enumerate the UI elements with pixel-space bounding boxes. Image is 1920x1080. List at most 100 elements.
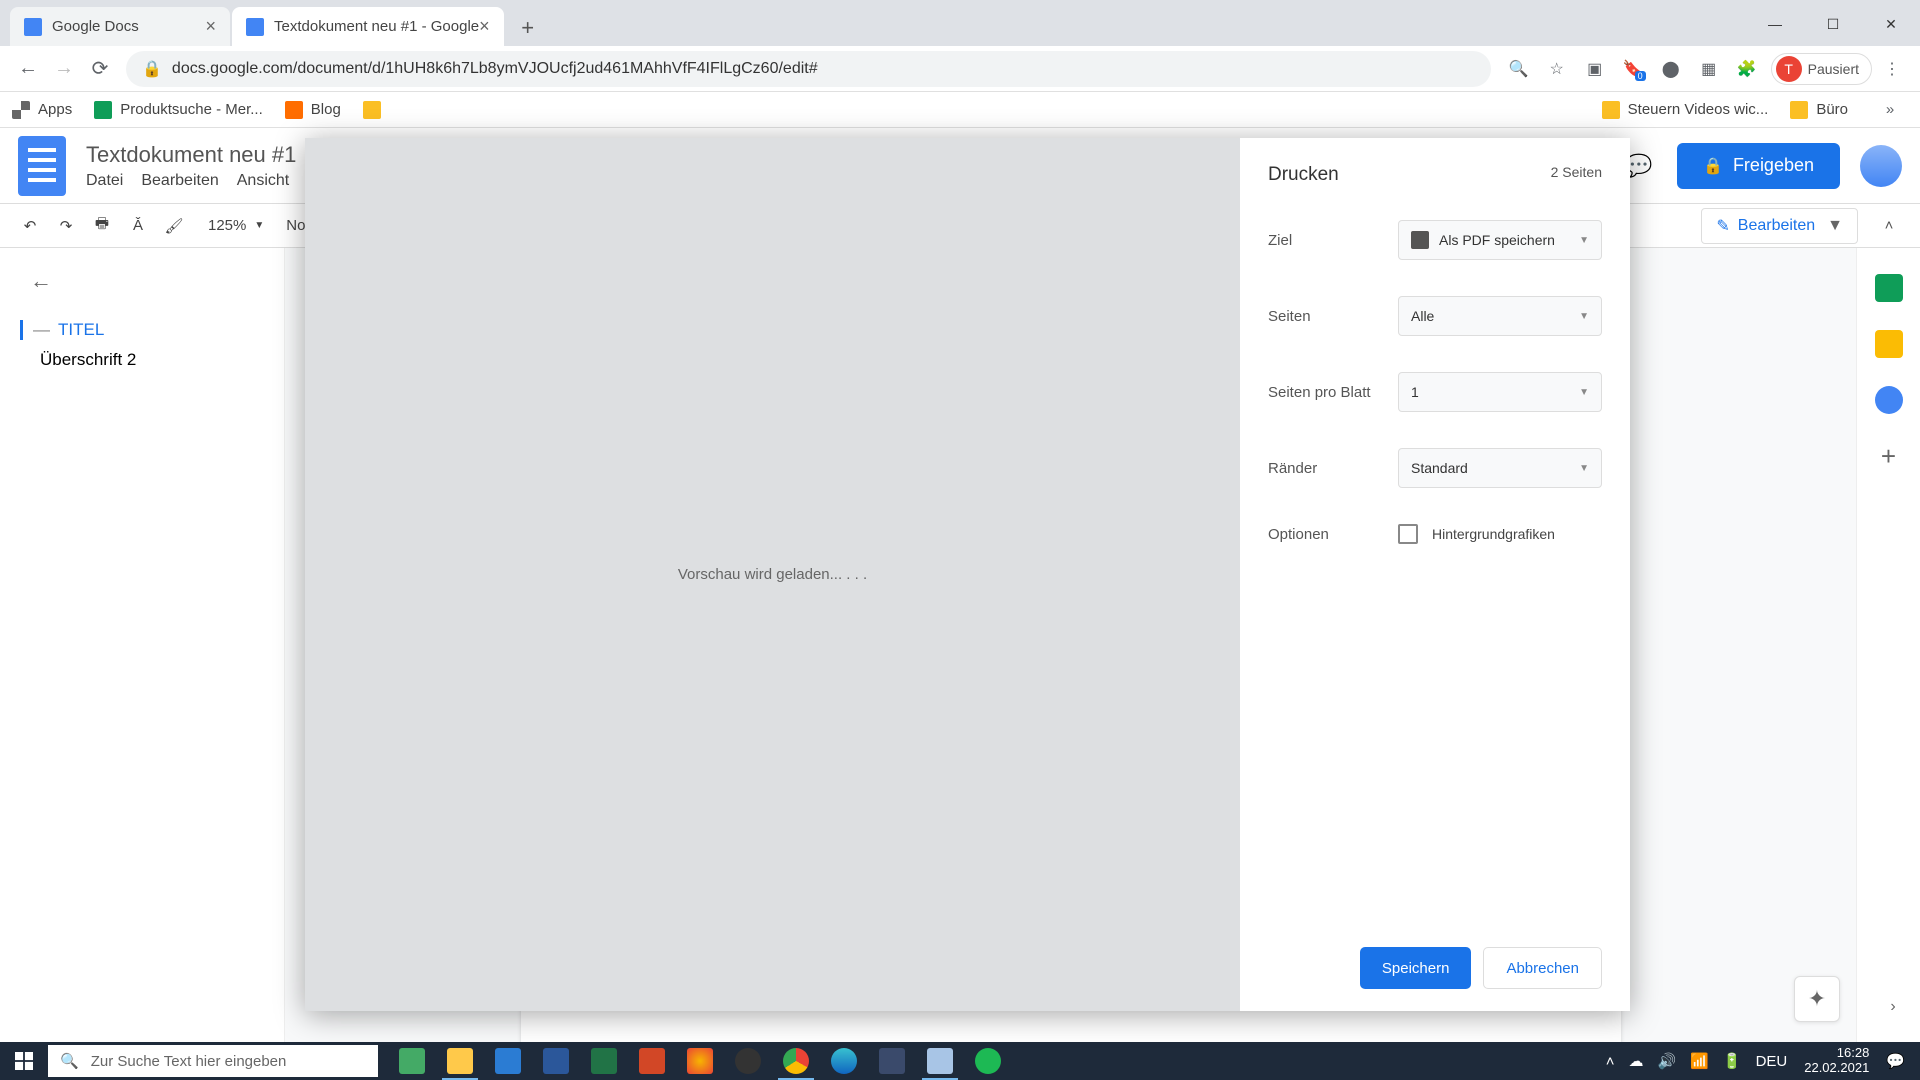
browser-tab[interactable]: Google Docs ×: [10, 7, 230, 46]
edit-mode-button[interactable]: ✎ Bearbeiten ▼: [1701, 208, 1858, 244]
tray-onedrive-icon[interactable]: ☁: [1629, 1052, 1644, 1070]
profile-paused[interactable]: T Pausiert: [1771, 53, 1872, 85]
tray-battery-icon[interactable]: 🔋: [1723, 1052, 1742, 1070]
tab-label: Textdokument neu #1 - Google: [274, 18, 479, 35]
reload-button[interactable]: ⟳: [82, 51, 118, 87]
add-addon-icon[interactable]: +: [1875, 442, 1903, 470]
undo-icon[interactable]: ↶: [14, 210, 46, 242]
pages-select[interactable]: Alle: [1398, 296, 1602, 336]
adblock-icon[interactable]: ⬤: [1653, 51, 1689, 87]
destination-select[interactable]: Als PDF speichern: [1398, 220, 1602, 260]
taskbar-search[interactable]: 🔍 Zur Suche Text hier eingeben: [48, 1045, 378, 1077]
per-sheet-label: Seiten pro Blatt: [1268, 384, 1398, 401]
redo-icon[interactable]: ↷: [50, 210, 82, 242]
window-minimize[interactable]: —: [1746, 2, 1804, 46]
tray-language[interactable]: DEU: [1756, 1053, 1788, 1070]
taskbar-powerpoint[interactable]: [628, 1042, 676, 1080]
destination-label: Ziel: [1268, 232, 1398, 249]
paint-format-icon[interactable]: 🖌: [158, 210, 190, 242]
docs-logo-icon[interactable]: [18, 136, 66, 196]
browser-tab-active[interactable]: Textdokument neu #1 - Google ×: [232, 7, 504, 46]
address-bar: ← → ⟳ 🔒 docs.google.com/document/d/1hUH8…: [0, 46, 1920, 92]
side-panel: +: [1856, 248, 1920, 1042]
tray-wifi-icon[interactable]: 📶: [1690, 1052, 1709, 1070]
bookmarks-overflow-icon[interactable]: »: [1872, 92, 1908, 128]
outline-back-icon[interactable]: ←: [30, 268, 284, 294]
bookmark-item[interactable]: Produktsuche - Mer...: [94, 101, 263, 119]
print-settings-panel: Drucken 2 Seiten Ziel Als PDF speichern …: [1240, 138, 1630, 1011]
bookmark-folder[interactable]: Steuern Videos wic...: [1602, 101, 1769, 119]
back-button[interactable]: ←: [10, 51, 46, 87]
docs-favicon: [246, 18, 264, 36]
bookmark-star-icon[interactable]: ☆: [1539, 51, 1575, 87]
save-button[interactable]: Speichern: [1360, 947, 1472, 989]
taskbar-app1[interactable]: [676, 1042, 724, 1080]
margins-select[interactable]: Standard: [1398, 448, 1602, 488]
margins-label: Ränder: [1268, 460, 1398, 477]
tray-chevron-icon[interactable]: ˄: [1606, 1053, 1615, 1070]
browser-tabstrip: Google Docs × Textdokument neu #1 - Goog…: [0, 0, 1920, 46]
print-preview: Vorschau wird geladen... . . .: [305, 138, 1240, 1011]
close-icon[interactable]: ×: [479, 16, 490, 37]
taskbar-mail[interactable]: [484, 1042, 532, 1080]
taskbar-obs[interactable]: [724, 1042, 772, 1080]
share-button[interactable]: Freigeben: [1677, 143, 1840, 189]
window-close[interactable]: ✕: [1862, 2, 1920, 46]
menu-bearbeiten[interactable]: Bearbeiten: [141, 172, 218, 190]
forward-button[interactable]: →: [46, 51, 82, 87]
keep-addon-icon[interactable]: [1875, 330, 1903, 358]
start-button[interactable]: [0, 1042, 48, 1080]
avatar-letter: T: [1776, 56, 1802, 82]
calendar-addon-icon[interactable]: [1875, 274, 1903, 302]
taskbar-edge[interactable]: [820, 1042, 868, 1080]
show-sidebar-icon[interactable]: ›: [1878, 992, 1908, 1022]
collapse-toolbar-icon[interactable]: ˄: [1872, 209, 1906, 243]
bookmark-folder[interactable]: [363, 101, 389, 119]
explore-fab[interactable]: ✦: [1794, 976, 1840, 1022]
close-icon[interactable]: ×: [205, 16, 216, 37]
outline-panel: ← TITEL Überschrift 2: [0, 248, 285, 1042]
cancel-button[interactable]: Abbrechen: [1483, 947, 1602, 989]
doc-title[interactable]: Textdokument neu #1: [86, 142, 296, 168]
spellcheck-icon[interactable]: Ǎ: [122, 210, 154, 242]
lock-icon: 🔒: [142, 59, 162, 79]
taskbar-app2[interactable]: [868, 1042, 916, 1080]
user-avatar[interactable]: [1860, 145, 1902, 187]
menu-ansicht[interactable]: Ansicht: [237, 172, 289, 190]
menu-datei[interactable]: Datei: [86, 172, 123, 190]
taskbar-chrome[interactable]: [772, 1042, 820, 1080]
kebab-menu-icon[interactable]: ⋮: [1874, 51, 1910, 87]
tasks-addon-icon[interactable]: [1875, 386, 1903, 414]
url-input[interactable]: 🔒 docs.google.com/document/d/1hUH8k6h7Lb…: [126, 51, 1491, 87]
tray-clock[interactable]: 16:28 22.02.2021: [1804, 1046, 1869, 1076]
task-view-icon[interactable]: [388, 1042, 436, 1080]
tab-label: Google Docs: [52, 18, 139, 35]
apps-shortcut[interactable]: Apps: [12, 101, 72, 119]
new-tab-button[interactable]: +: [510, 10, 546, 46]
per-sheet-select[interactable]: 1: [1398, 372, 1602, 412]
preview-loading: Vorschau wird geladen... . . .: [678, 566, 867, 583]
taskbar-explorer[interactable]: [436, 1042, 484, 1080]
tag-extension-icon[interactable]: 🔖0: [1615, 51, 1651, 87]
window-maximize[interactable]: ☐: [1804, 2, 1862, 46]
taskbar-notepad[interactable]: [916, 1042, 964, 1080]
print-icon[interactable]: 🖶: [86, 210, 118, 242]
apps-grid-icon[interactable]: ▦: [1691, 51, 1727, 87]
bookmark-folder[interactable]: Büro: [1790, 101, 1848, 119]
qr-icon[interactable]: ▣: [1577, 51, 1613, 87]
taskbar-excel[interactable]: [580, 1042, 628, 1080]
tray-notifications-icon[interactable]: 💬: [1886, 1052, 1905, 1070]
extensions-puzzle-icon[interactable]: 🧩: [1729, 51, 1765, 87]
bookmarks-bar: Apps Produktsuche - Mer... Blog Steuern …: [0, 92, 1920, 128]
bookmark-item[interactable]: Blog: [285, 101, 341, 119]
zoom-icon[interactable]: 🔍: [1501, 51, 1537, 87]
outline-heading-2[interactable]: Überschrift 2: [30, 350, 284, 370]
background-graphics-checkbox[interactable]: [1398, 524, 1418, 544]
outline-heading-1[interactable]: TITEL: [20, 320, 284, 340]
tray-volume-icon[interactable]: 🔊: [1658, 1052, 1677, 1070]
windows-taskbar: 🔍 Zur Suche Text hier eingeben ˄ ☁ 🔊 📶 🔋…: [0, 1042, 1920, 1080]
zoom-select[interactable]: 125%▼: [208, 217, 264, 234]
page-count: 2 Seiten: [1551, 164, 1602, 186]
taskbar-word[interactable]: [532, 1042, 580, 1080]
taskbar-spotify[interactable]: [964, 1042, 1012, 1080]
